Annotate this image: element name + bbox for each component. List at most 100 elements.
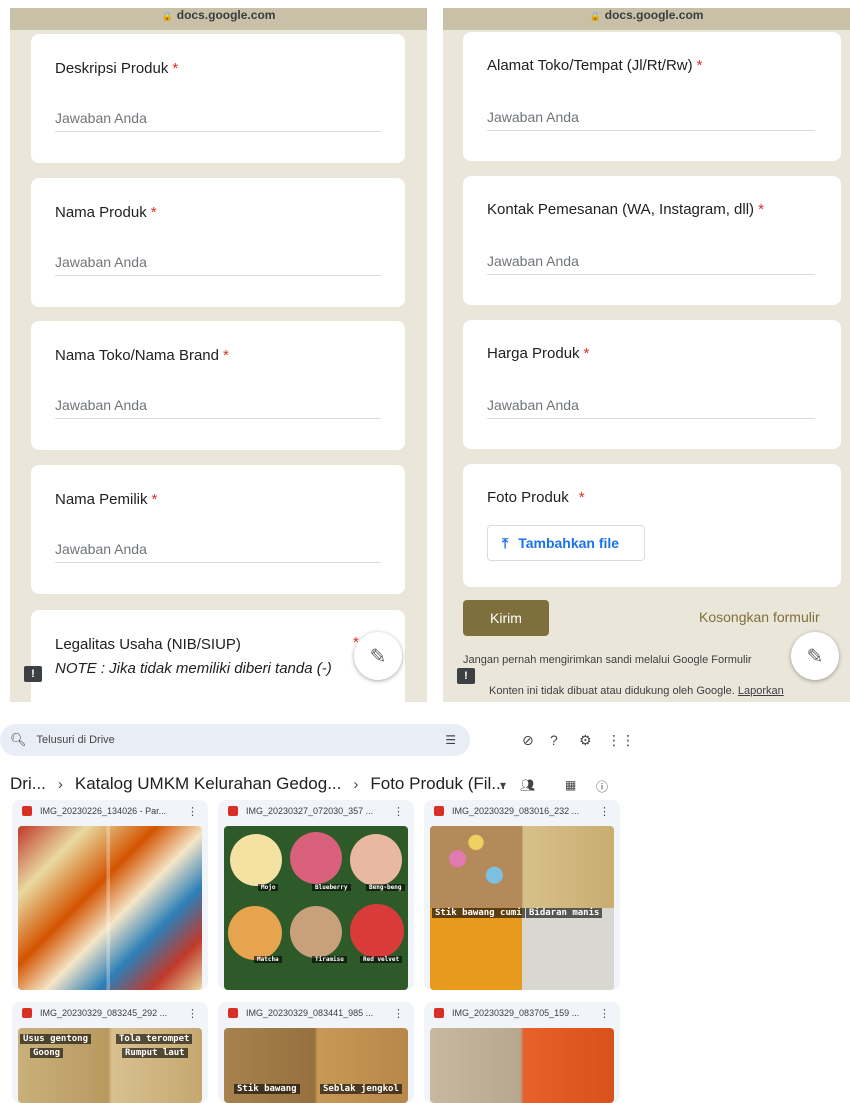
file-tile[interactable]: IMG_20230329_083016_232 ... ⋮ Stik bawang…: [424, 800, 620, 990]
answer-input[interactable]: Jawaban Anda: [55, 397, 147, 413]
input-underline: [55, 562, 381, 563]
filter-icon[interactable]: ☰: [445, 733, 456, 747]
more-options-icon[interactable]: ⋮: [187, 805, 198, 818]
form-screenshot-right: 🔒 docs.google.com Alamat Toko/Tempat (Jl/…: [443, 8, 850, 702]
thumbnail-caption: Mojo: [258, 884, 279, 891]
drive-search-bar[interactable]: 🔍︎ Telusuri di Drive ☰: [0, 724, 470, 756]
lock-icon: 🔒: [161, 11, 173, 21]
question-title: Nama Pemilik *: [55, 491, 158, 508]
thumbnail-caption: Blueberry: [312, 884, 351, 891]
question-title: Kontak Pemesanan (WA, Instagram, dll) *: [487, 201, 764, 218]
thumbnail-caption: Tola terompet: [116, 1034, 193, 1044]
feedback-icon[interactable]: !: [457, 668, 475, 684]
question-note: NOTE : Jika tidak memiliki diberi tanda …: [55, 660, 332, 677]
question-card: Legalitas Usaha (NIB/SIUP) * NOTE : Jika…: [31, 610, 405, 702]
share-people-icon[interactable]: 👥︎: [520, 778, 535, 792]
answer-input[interactable]: Jawaban Anda: [487, 109, 579, 125]
offline-status-icon[interactable]: ⊘: [522, 732, 534, 749]
thumbnail-caption: Rumput laut: [122, 1048, 188, 1058]
more-options-icon[interactable]: ⋮: [393, 1007, 404, 1020]
submit-button[interactable]: Kirim: [463, 600, 549, 636]
chevron-right-icon: ›: [353, 776, 359, 793]
edit-pencil-icon[interactable]: ✎: [791, 632, 839, 680]
settings-gear-icon[interactable]: ⚙: [579, 732, 592, 749]
footer-warning: Jangan pernah mengirimkan sandi melalui …: [463, 654, 752, 666]
file-thumbnail: Usus gentong Goong Tola terompet Rumput …: [18, 1028, 202, 1103]
more-options-icon[interactable]: ⋮: [599, 1007, 610, 1020]
edit-pencil-icon[interactable]: ✎: [354, 632, 402, 680]
question-card: Foto Produk * ⤒ Tambahkan file: [463, 464, 841, 587]
answer-input[interactable]: Jawaban Anda: [487, 397, 579, 413]
file-name: IMG_20230329_083705_159 ...: [452, 1008, 580, 1018]
question-card: Nama Toko/Nama Brand * Jawaban Anda: [31, 321, 405, 450]
more-options-icon[interactable]: ⋮: [393, 805, 404, 818]
address-bar[interactable]: 🔒 docs.google.com: [443, 8, 850, 30]
thumbnail-caption: Usus gentong: [20, 1034, 92, 1044]
file-tile[interactable]: IMG_20230327_072030_357 ... ⋮ Mojo Bluebe…: [218, 800, 414, 990]
input-underline: [487, 274, 815, 275]
question-card: Deskripsi Produk * Jawaban Anda: [31, 34, 405, 163]
add-file-button[interactable]: ⤒ Tambahkan file: [487, 525, 645, 561]
thumbnail-caption: Red velvet: [360, 956, 403, 963]
input-underline: [55, 131, 381, 132]
input-underline: [55, 275, 381, 276]
chevron-right-icon: ›: [57, 776, 63, 793]
form-screenshot-left: 🔒 docs.google.com Deskripsi Produk * Jawab…: [10, 8, 427, 702]
thumbnail-caption: Bidaran manis: [526, 908, 603, 918]
file-tile[interactable]: IMG_20230329_083705_159 ... ⋮: [424, 1002, 620, 1103]
image-file-icon: [228, 806, 238, 816]
question-title: Deskripsi Produk *: [55, 60, 179, 77]
address-bar[interactable]: 🔒 docs.google.com: [10, 8, 427, 30]
file-tile[interactable]: IMG_20230329_083245_292 ... ⋮ Usus genton…: [12, 1002, 208, 1103]
search-icon: 🔍︎: [10, 732, 27, 747]
question-card: Nama Produk * Jawaban Anda: [31, 178, 405, 307]
more-options-icon[interactable]: ⋮: [187, 1007, 198, 1020]
help-icon[interactable]: ?: [550, 732, 558, 748]
thumbnail-caption: Stik bawang: [234, 1084, 300, 1094]
file-name: IMG_20230329_083441_985 ...: [246, 1008, 374, 1018]
thumbnail-caption: Seblak jengkol: [320, 1084, 402, 1094]
apps-grid-icon[interactable]: ⋮⋮: [607, 732, 630, 749]
drive-screenshot: 🔍︎ Telusuri di Drive ☰ ⊘ ? ⚙ ⋮⋮ Dri... › K…: [0, 712, 630, 1103]
report-link[interactable]: Laporkan: [738, 685, 784, 697]
file-thumbnail: [430, 1028, 614, 1103]
file-name: IMG_20230327_072030_357 ...: [246, 806, 374, 816]
file-tile[interactable]: IMG_20230329_083441_985 ... ⋮ Stik bawang…: [218, 1002, 414, 1103]
file-thumbnail: Stik bawang cumi Bidaran manis: [430, 826, 614, 990]
thumbnail-caption: Matcha: [254, 956, 282, 963]
answer-input[interactable]: Jawaban Anda: [55, 110, 147, 126]
input-underline: [487, 130, 815, 131]
breadcrumb-item[interactable]: Dri...: [10, 774, 46, 793]
thumbnail-caption: Beng-beng: [366, 884, 405, 891]
info-icon[interactable]: ⓘ: [596, 778, 608, 795]
question-title: Nama Toko/Nama Brand *: [55, 347, 229, 364]
feedback-icon[interactable]: !: [24, 666, 42, 682]
breadcrumb-item[interactable]: Katalog UMKM Kelurahan Gedog...: [75, 774, 341, 793]
question-card: Alamat Toko/Tempat (Jl/Rt/Rw) * Jawaban A…: [463, 32, 841, 161]
answer-input[interactable]: Jawaban Anda: [55, 541, 147, 557]
upload-icon: ⤒: [502, 534, 509, 551]
file-thumbnail: Stik bawang Seblak jengkol: [224, 1028, 408, 1103]
input-underline: [55, 418, 381, 419]
more-options-icon[interactable]: ⋮: [599, 805, 610, 818]
clear-form-button[interactable]: Kosongkan formulir: [699, 609, 820, 625]
search-input[interactable]: Telusuri di Drive: [37, 734, 115, 746]
dropdown-arrow-icon[interactable]: ▾: [500, 778, 506, 792]
grid-view-icon[interactable]: ▦: [565, 778, 576, 792]
file-name: IMG_20230226_134026 - Par...: [40, 806, 167, 816]
answer-input[interactable]: Jawaban Anda: [487, 253, 579, 269]
image-file-icon: [434, 1008, 444, 1018]
footer-disclaimer: Konten ini tidak dibuat atau didukung ol…: [489, 685, 784, 697]
question-title: Foto Produk *: [487, 489, 585, 506]
file-thumbnail: [18, 826, 202, 990]
question-card: Nama Pemilik * Jawaban Anda: [31, 465, 405, 594]
image-file-icon: [434, 806, 444, 816]
breadcrumb: Dri... › Katalog UMKM Kelurahan Gedog... › F…: [10, 774, 505, 794]
thumbnail-caption: Stik bawang cumi: [432, 908, 525, 918]
question-card: Harga Produk * Jawaban Anda: [463, 320, 841, 449]
breadcrumb-item[interactable]: Foto Produk (Fil...: [370, 774, 505, 793]
answer-input[interactable]: Jawaban Anda: [55, 254, 147, 270]
file-tile[interactable]: IMG_20230226_134026 - Par... ⋮: [12, 800, 208, 990]
thumbnail-caption: Tiramisu: [312, 956, 347, 963]
image-file-icon: [22, 1008, 32, 1018]
